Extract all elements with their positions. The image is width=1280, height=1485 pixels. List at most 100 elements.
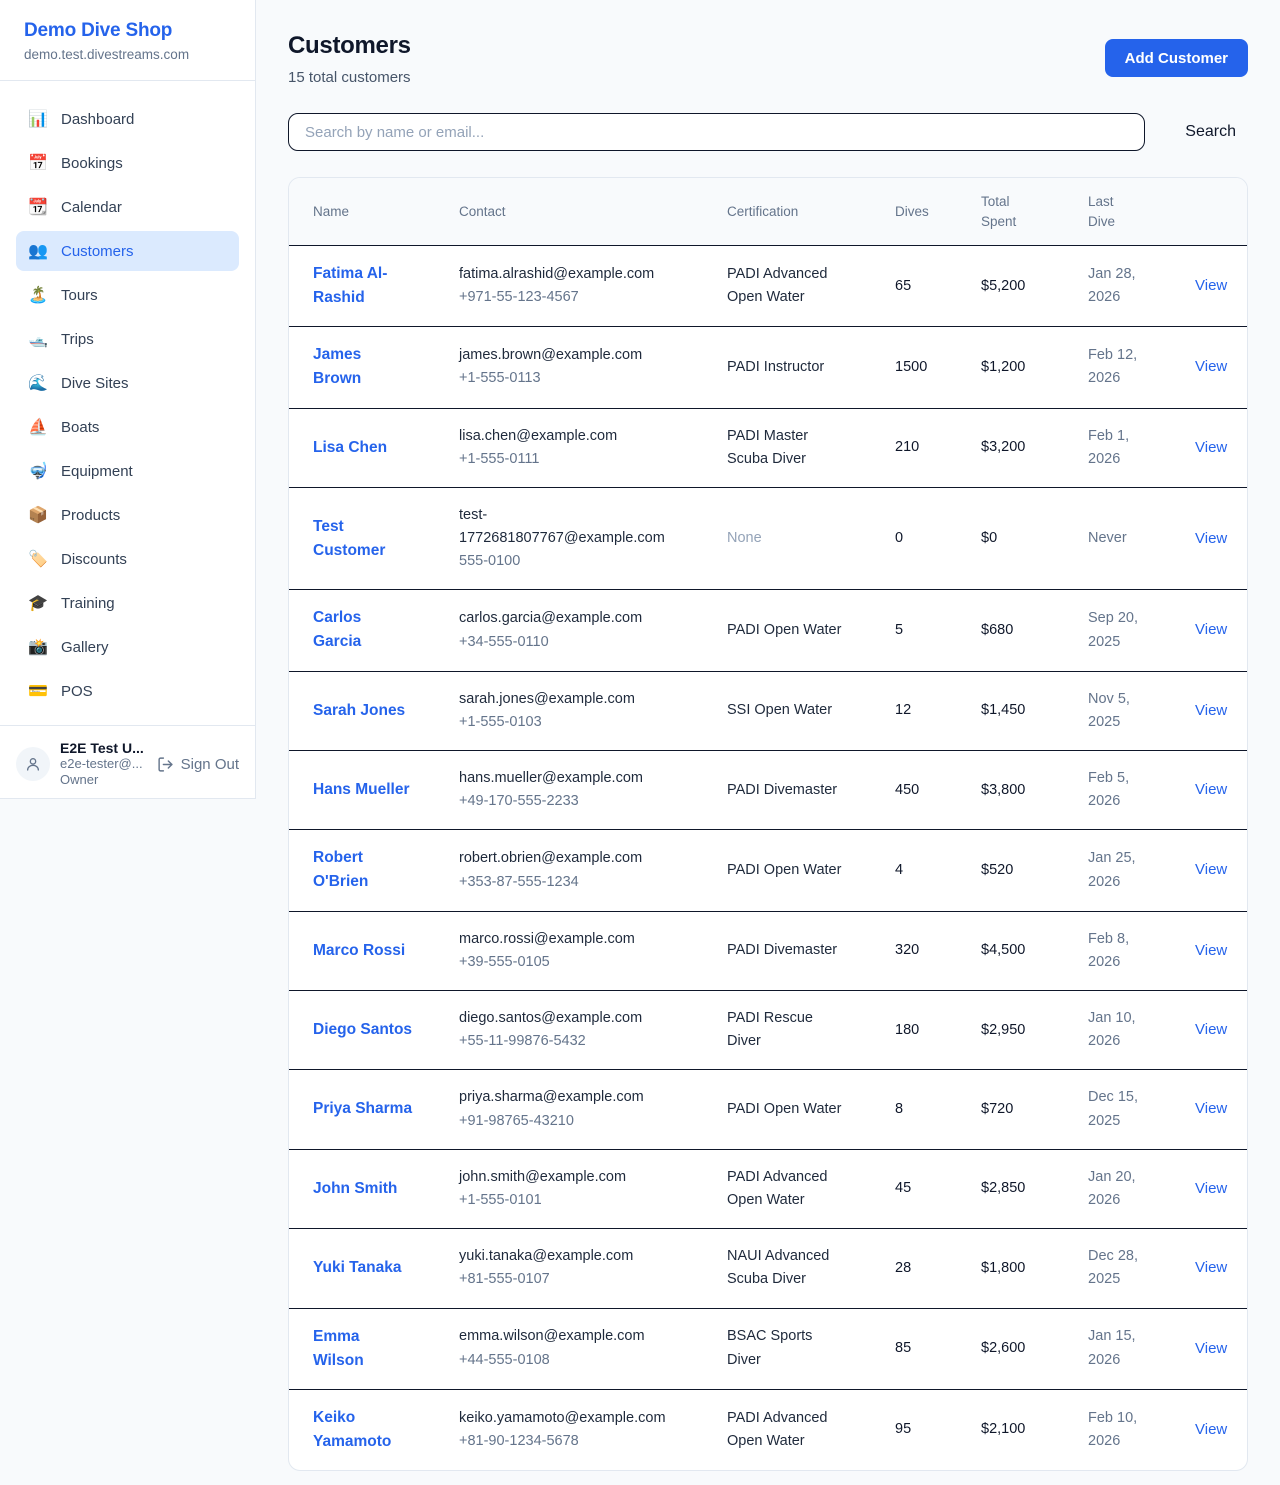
sidebar-item-label: Equipment bbox=[61, 463, 133, 480]
customer-certification: PADI Open Water bbox=[727, 1070, 895, 1149]
sidebar-item-boats[interactable]: ⛵ Boats bbox=[16, 407, 239, 447]
table-row: Marco Rossi marco.rossi@example.com +39-… bbox=[289, 911, 1247, 990]
shop-title: Demo Dive Shop bbox=[24, 20, 231, 42]
view-link[interactable]: View bbox=[1195, 1259, 1227, 1276]
customer-total-spent: $720 bbox=[981, 1070, 1088, 1149]
customer-phone: +1-555-0103 bbox=[459, 711, 687, 734]
customer-email: john.smith@example.com bbox=[459, 1166, 687, 1189]
add-customer-button[interactable]: Add Customer bbox=[1105, 39, 1248, 77]
view-link[interactable]: View bbox=[1195, 702, 1227, 719]
view-link[interactable]: View bbox=[1195, 942, 1227, 959]
customer-name-link[interactable]: Diego Santos bbox=[313, 1018, 412, 1042]
customer-phone: +1-555-0111 bbox=[459, 448, 687, 471]
sidebar-item-label: Dashboard bbox=[61, 111, 134, 128]
customers-table: Name Contact Certification Dives Total S… bbox=[289, 178, 1247, 1470]
customer-name-link[interactable]: Sarah Jones bbox=[313, 699, 405, 723]
sidebar-item-products[interactable]: 📦 Products bbox=[16, 495, 239, 535]
sidebar-item-dashboard[interactable]: 📊 Dashboard bbox=[16, 99, 239, 139]
view-link[interactable]: View bbox=[1195, 781, 1227, 798]
page-header-text: Customers 15 total customers bbox=[288, 32, 411, 86]
view-link[interactable]: View bbox=[1195, 1421, 1227, 1438]
sidebar-item-training[interactable]: 🎓 Training bbox=[16, 583, 239, 623]
customer-total-spent: $2,850 bbox=[981, 1149, 1088, 1228]
customer-name-link[interactable]: Keiko Yamamoto bbox=[313, 1406, 413, 1454]
customer-name-link[interactable]: Yuki Tanaka bbox=[313, 1256, 401, 1280]
customer-last-dive: Feb 10, 2026 bbox=[1088, 1389, 1181, 1470]
view-link[interactable]: View bbox=[1195, 530, 1227, 547]
table-row: John Smith john.smith@example.com +1-555… bbox=[289, 1149, 1247, 1228]
customer-total-spent: $3,800 bbox=[981, 751, 1088, 830]
page-header: Customers 15 total customers Add Custome… bbox=[288, 32, 1248, 86]
customer-name-link[interactable]: Fatima Al-Rashid bbox=[313, 262, 413, 310]
customer-name-link[interactable]: Hans Mueller bbox=[313, 778, 409, 802]
view-link[interactable]: View bbox=[1195, 1180, 1227, 1197]
sidebar-item-pos[interactable]: 💳 POS bbox=[16, 671, 239, 711]
col-header-dives: Dives bbox=[895, 178, 981, 246]
view-link[interactable]: View bbox=[1195, 1100, 1227, 1117]
customer-total-spent: $1,800 bbox=[981, 1229, 1088, 1308]
customer-name-link[interactable]: Robert O'Brien bbox=[313, 846, 413, 894]
sidebar-item-bookings[interactable]: 📅 Bookings bbox=[16, 143, 239, 183]
sidebar-item-label: Gallery bbox=[61, 639, 109, 656]
page-title: Customers bbox=[288, 32, 411, 60]
customer-name-link[interactable]: Lisa Chen bbox=[313, 436, 387, 460]
sidebar-item-label: Tours bbox=[61, 287, 98, 304]
sidebar-item-gallery[interactable]: 📸 Gallery bbox=[16, 627, 239, 667]
customer-phone: +81-555-0107 bbox=[459, 1268, 687, 1291]
search-input[interactable] bbox=[288, 113, 1145, 151]
customer-last-dive: Dec 28, 2025 bbox=[1088, 1229, 1181, 1308]
customer-name-link[interactable]: James Brown bbox=[313, 343, 413, 391]
customer-certification: PADI Advanced Open Water bbox=[727, 1149, 895, 1228]
customer-last-dive: Jan 28, 2026 bbox=[1088, 246, 1181, 327]
view-link[interactable]: View bbox=[1195, 1340, 1227, 1357]
customer-name-link[interactable]: Priya Sharma bbox=[313, 1097, 412, 1121]
customer-name-link[interactable]: John Smith bbox=[313, 1177, 397, 1201]
avatar bbox=[16, 747, 50, 781]
customer-last-dive: Jan 15, 2026 bbox=[1088, 1308, 1181, 1389]
shop-subdomain: demo.test.divestreams.com bbox=[24, 47, 231, 62]
customer-dives: 180 bbox=[895, 991, 981, 1070]
customer-total-spent: $4,500 bbox=[981, 911, 1088, 990]
customer-name-link[interactable]: Emma Wilson bbox=[313, 1325, 413, 1373]
sidebar-item-dive-sites[interactable]: 🌊 Dive Sites bbox=[16, 363, 239, 403]
graduation-cap-icon: 🎓 bbox=[28, 593, 48, 613]
customer-email: marco.rossi@example.com bbox=[459, 928, 687, 951]
sidebar-item-label: Dive Sites bbox=[61, 375, 129, 392]
sidebar-header: Demo Dive Shop demo.test.divestreams.com bbox=[0, 0, 255, 81]
customer-dives: 5 bbox=[895, 590, 981, 671]
calendar-date-icon: 📅 bbox=[28, 153, 48, 173]
view-link[interactable]: View bbox=[1195, 621, 1227, 638]
label-tag-icon: 🏷️ bbox=[28, 549, 48, 569]
customer-certification: BSAC Sports Diver bbox=[727, 1308, 895, 1389]
sidebar-item-label: Discounts bbox=[61, 551, 127, 568]
view-link[interactable]: View bbox=[1195, 861, 1227, 878]
view-link[interactable]: View bbox=[1195, 1021, 1227, 1038]
customer-name-link[interactable]: Carlos Garcia bbox=[313, 606, 413, 654]
view-link[interactable]: View bbox=[1195, 439, 1227, 456]
customer-total-spent: $2,100 bbox=[981, 1389, 1088, 1470]
sidebar-item-tours[interactable]: 🏝️ Tours bbox=[16, 275, 239, 315]
customer-phone: +1-555-0101 bbox=[459, 1189, 687, 1212]
search-button[interactable]: Search bbox=[1173, 123, 1248, 141]
customer-name-link[interactable]: Test Customer bbox=[313, 515, 413, 563]
view-link[interactable]: View bbox=[1195, 277, 1227, 294]
customer-email: sarah.jones@example.com bbox=[459, 688, 687, 711]
customer-phone: +49-170-555-2233 bbox=[459, 790, 687, 813]
customer-email: lisa.chen@example.com bbox=[459, 425, 687, 448]
sidebar: Demo Dive Shop demo.test.divestreams.com… bbox=[0, 0, 256, 799]
customer-certification: PADI Advanced Open Water bbox=[727, 1389, 895, 1470]
sidebar-item-discounts[interactable]: 🏷️ Discounts bbox=[16, 539, 239, 579]
view-link[interactable]: View bbox=[1195, 358, 1227, 375]
sign-out-button[interactable]: Sign Out bbox=[157, 756, 239, 773]
customer-dives: 450 bbox=[895, 751, 981, 830]
customer-phone: +353-87-555-1234 bbox=[459, 871, 687, 894]
sidebar-item-customers[interactable]: 👥 Customers bbox=[16, 231, 239, 271]
sailboat-icon: ⛵ bbox=[28, 417, 48, 437]
sidebar-item-calendar[interactable]: 📆 Calendar bbox=[16, 187, 239, 227]
table-row: Yuki Tanaka yuki.tanaka@example.com +81-… bbox=[289, 1229, 1247, 1308]
credit-card-icon: 💳 bbox=[28, 681, 48, 701]
customer-email: priya.sharma@example.com bbox=[459, 1086, 687, 1109]
sidebar-item-trips[interactable]: 🛥️ Trips bbox=[16, 319, 239, 359]
customer-name-link[interactable]: Marco Rossi bbox=[313, 939, 405, 963]
sidebar-item-equipment[interactable]: 🤿 Equipment bbox=[16, 451, 239, 491]
